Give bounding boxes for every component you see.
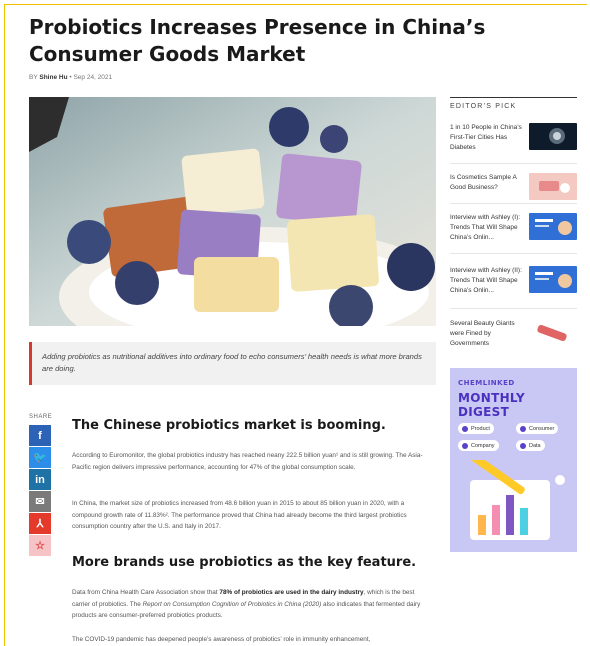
article-title: Probiotics Increases Presence in China’s… xyxy=(29,15,486,66)
pick-thumbnail[interactable] xyxy=(529,319,577,346)
pick-title[interactable]: Interview with Ashley (I): Trends That W… xyxy=(450,213,525,243)
pick-divider xyxy=(450,308,577,309)
editors-pick-item[interactable]: Is Cosmetics Sample A Good Business? xyxy=(450,173,577,200)
pick-divider xyxy=(450,203,577,204)
digest-brand: CHEMLINKED xyxy=(458,379,515,387)
report-title: Report on Consumption Cognition of Probi… xyxy=(142,600,322,608)
byline-prefix: BY xyxy=(29,74,38,81)
section-1-paragraph-2: In China, the market size of probiotics … xyxy=(72,500,407,530)
chip-label: Product xyxy=(471,425,490,432)
twitter-icon[interactable]: 🐦 xyxy=(29,447,51,468)
facebook-icon[interactable]: f xyxy=(29,425,51,446)
pick-title[interactable]: 1 in 10 People in China’s First-Tier Cit… xyxy=(450,123,525,153)
section-2-paragraph-2: The COVID-19 pandemic has deepened peopl… xyxy=(72,636,371,643)
chip-label: Company xyxy=(471,442,495,449)
text-span: Data from China Health Care Association … xyxy=(72,589,220,596)
digest-chip-consumer: Consumer xyxy=(516,423,559,434)
digest-chip-company: Company xyxy=(458,440,499,451)
share-label: SHARE xyxy=(29,414,53,420)
section-heading-2: More brands use probiotics as the key fe… xyxy=(72,555,417,570)
pick-divider xyxy=(450,253,577,254)
byline-separator: • xyxy=(69,74,72,81)
section-heading-1: The Chinese probiotics market is booming… xyxy=(72,418,386,433)
author-link[interactable]: Shine Hu xyxy=(39,74,67,81)
pick-title[interactable]: Several Beauty Giants were Fined by Gove… xyxy=(450,319,525,349)
editors-pick-item[interactable]: Several Beauty Giants were Fined by Gove… xyxy=(450,319,577,349)
chip-label: Consumer xyxy=(529,425,555,432)
section-2-paragraph-1: Data from China Health Care Association … xyxy=(72,587,432,622)
pick-title[interactable]: Is Cosmetics Sample A Good Business? xyxy=(450,173,525,200)
dot-icon xyxy=(520,425,526,432)
hero-image xyxy=(29,97,436,326)
pick-divider xyxy=(450,163,577,164)
pdf-icon[interactable]: ⅄ xyxy=(29,513,51,534)
pick-thumbnail[interactable] xyxy=(529,123,577,150)
dot-icon xyxy=(462,425,468,432)
favorite-star-icon[interactable]: ☆ xyxy=(29,535,51,556)
image-caption: Adding probiotics as nutritional additiv… xyxy=(29,342,436,385)
editors-pick-item[interactable]: Interview with Ashley (I): Trends That W… xyxy=(450,213,577,243)
email-icon[interactable]: ✉ xyxy=(29,491,51,512)
bold-stat: 78% of probiotics are used in the dairy … xyxy=(219,589,364,596)
pick-title[interactable]: Interview with Ashley (II): Trends That … xyxy=(450,266,525,296)
editors-pick-item[interactable]: 1 in 10 People in China’s First-Tier Cit… xyxy=(450,123,577,153)
linkedin-icon[interactable]: in xyxy=(29,469,51,490)
digest-chip-data: Data xyxy=(516,440,545,451)
pick-thumbnail[interactable] xyxy=(529,266,577,293)
pick-thumbnail[interactable] xyxy=(529,173,577,200)
editors-pick-item[interactable]: Interview with Ashley (II): Trends That … xyxy=(450,266,577,296)
dot-icon xyxy=(520,442,526,449)
digest-illustration xyxy=(465,460,565,540)
dot-icon xyxy=(462,442,468,449)
editors-pick-heading: EDITOR’S PICK xyxy=(450,97,577,110)
publish-date: Sep 24, 2021 xyxy=(73,74,113,81)
digest-chip-product: Product xyxy=(458,423,494,434)
chip-label: Data xyxy=(529,442,541,449)
section-1-paragraph-1: According to Euromonitor, the global pro… xyxy=(72,452,423,471)
digest-title: MONTHLY DIGEST xyxy=(458,391,525,419)
pick-thumbnail[interactable] xyxy=(529,213,577,240)
monthly-digest-banner[interactable]: CHEMLINKED MONTHLY DIGEST Product Consum… xyxy=(450,368,577,552)
byline: BY Shine Hu • Sep 24, 2021 xyxy=(29,74,112,81)
